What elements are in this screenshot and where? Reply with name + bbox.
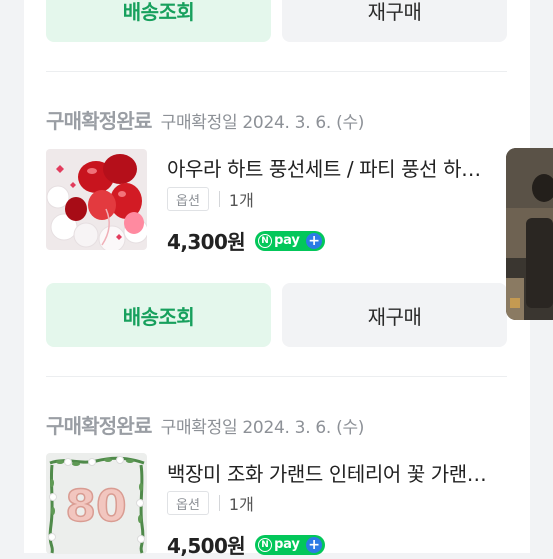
order-status-line: 구매확정완료 구매확정일 2024. 3. 6. (수) <box>46 410 364 439</box>
naver-n-icon: N <box>258 233 273 248</box>
track-delivery-button[interactable]: 배송조회 <box>46 283 271 347</box>
track-delivery-button[interactable]: 배송조회 <box>46 0 271 42</box>
divider <box>46 71 507 72</box>
rebuy-button[interactable]: 재구매 <box>282 0 507 42</box>
quantity: 1개 <box>228 495 254 514</box>
plus-icon: + <box>306 536 323 553</box>
product-price: 4,500원 <box>167 534 246 558</box>
thumbnail-number: 80 <box>65 481 126 532</box>
naver-n-icon: N <box>258 537 273 552</box>
option-row: 옵션 1개 <box>167 491 254 515</box>
npay-label: pay <box>274 537 300 552</box>
plus-icon: + <box>306 232 323 249</box>
product-thumbnail[interactable]: 80 <box>46 453 147 554</box>
rose-garland-image: 80 <box>46 453 147 554</box>
option-badge: 옵션 <box>167 187 209 211</box>
option-separator <box>218 495 220 511</box>
video-preview-image <box>506 148 553 320</box>
product-name-link[interactable]: 백장미 조화 가랜드 인테리어 꽃 가랜드 장식 <box>167 458 497 487</box>
npay-plus-badge: N pay + <box>255 534 326 555</box>
heart-balloons-image <box>46 149 147 250</box>
option-row: 옵션 1개 <box>167 187 254 211</box>
option-badge: 옵션 <box>167 491 209 515</box>
order-status: 구매확정완료 <box>46 109 152 133</box>
product-price: 4,300원 <box>167 230 246 254</box>
divider <box>46 376 507 377</box>
floating-video-preview[interactable] <box>506 148 553 320</box>
option-separator <box>218 191 220 207</box>
price-row: 4,500원 N pay + <box>167 530 326 559</box>
order-confirm-date: 구매확정일 2024. 3. 6. (수) <box>160 418 365 438</box>
product-thumbnail[interactable] <box>46 149 147 250</box>
quantity: 1개 <box>228 191 254 210</box>
rebuy-button[interactable]: 재구매 <box>282 283 507 347</box>
product-name-link[interactable]: 아우라 하트 풍선세트 / 파티 풍선 하트 풍선 <box>167 153 497 182</box>
order-confirm-date: 구매확정일 2024. 3. 6. (수) <box>160 113 365 133</box>
npay-label: pay <box>274 233 300 248</box>
npay-plus-badge: N pay + <box>255 230 326 251</box>
order-status-line: 구매확정완료 구매확정일 2024. 3. 6. (수) <box>46 105 364 134</box>
order-status: 구매확정완료 <box>46 414 152 438</box>
price-row: 4,300원 N pay + <box>167 226 326 255</box>
